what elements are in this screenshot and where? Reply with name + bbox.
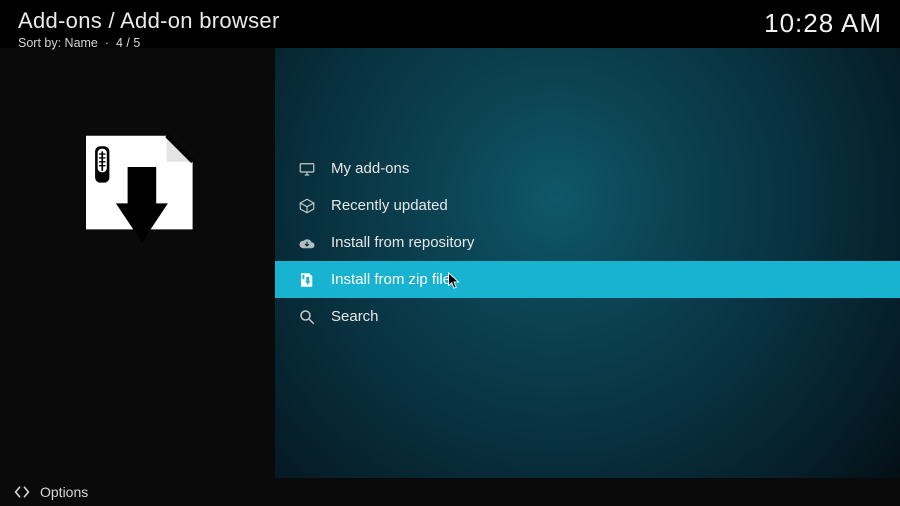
menu-label: Install from repository bbox=[331, 234, 474, 251]
menu-label: Install from zip file bbox=[331, 271, 451, 288]
clock: 10:28 AM bbox=[764, 8, 882, 39]
footer: Options bbox=[0, 478, 900, 506]
sort-label: Sort by: Name bbox=[18, 36, 98, 50]
search-icon bbox=[293, 308, 321, 326]
box-icon bbox=[293, 197, 321, 215]
list-position: 4 / 5 bbox=[116, 36, 140, 50]
menu-install-from-zip-file[interactable]: Install from zip file bbox=[275, 261, 900, 298]
zip-download-icon bbox=[293, 271, 321, 289]
options-label[interactable]: Options bbox=[40, 484, 88, 500]
menu-my-addons[interactable]: My add-ons bbox=[275, 150, 900, 187]
main: My add-ons Recently updated Install from… bbox=[0, 48, 900, 478]
menu-label: Recently updated bbox=[331, 197, 448, 214]
breadcrumb: Add-ons / Add-on browser bbox=[18, 8, 764, 34]
menu-list: My add-ons Recently updated Install from… bbox=[275, 48, 900, 478]
monitor-icon bbox=[293, 160, 321, 178]
menu-install-from-repository[interactable]: Install from repository bbox=[275, 224, 900, 261]
menu-recently-updated[interactable]: Recently updated bbox=[275, 187, 900, 224]
options-icon[interactable] bbox=[14, 485, 30, 499]
sort-info: Sort by: Name · 4 / 5 bbox=[18, 36, 764, 50]
menu-label: My add-ons bbox=[331, 160, 409, 177]
cloud-download-icon bbox=[293, 234, 321, 252]
menu-label: Search bbox=[331, 308, 379, 325]
install-from-zip-hero-icon bbox=[73, 128, 203, 263]
menu-search[interactable]: Search bbox=[275, 298, 900, 335]
header: Add-ons / Add-on browser Sort by: Name ·… bbox=[0, 0, 900, 48]
sidebar bbox=[0, 48, 275, 478]
